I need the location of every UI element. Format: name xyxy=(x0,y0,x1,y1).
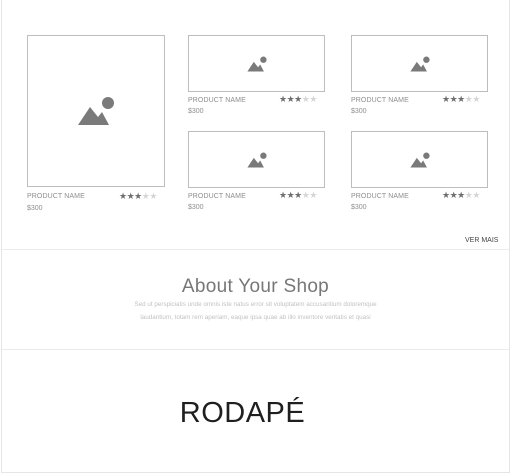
product-image[interactable] xyxy=(188,35,325,92)
image-placeholder-icon xyxy=(409,152,430,167)
product-card[interactable]: PRODUCT NAME $300 ★★★★★ xyxy=(351,131,488,216)
product-price: $300 xyxy=(188,204,204,211)
star-filled-icon: ★ xyxy=(294,190,302,200)
product-price: $300 xyxy=(351,204,367,211)
product-card[interactable]: PRODUCT NAME $300 ★★★★★ xyxy=(188,131,325,216)
star-filled-icon: ★ xyxy=(457,190,465,200)
product-rating: ★★★★★ xyxy=(442,95,480,104)
star-filled-icon: ★ xyxy=(442,94,450,104)
product-rating: ★★★★★ xyxy=(442,191,480,200)
about-text-line: laudantium, totam rem aperiam, eaque ips… xyxy=(140,314,371,321)
product-image[interactable] xyxy=(27,35,165,187)
footer-label: RODAPÉ xyxy=(179,397,306,429)
star-empty-icon: ★ xyxy=(472,190,480,200)
product-name[interactable]: PRODUCT NAME xyxy=(188,193,246,200)
product-grid: PRODUCT NAME $300 ★ ★ ★ ★ ★ PRODUCT NAME $30… xyxy=(0,0,511,250)
product-price: $300 xyxy=(351,108,367,115)
product-image[interactable] xyxy=(188,131,325,188)
product-name[interactable]: PRODUCT NAME xyxy=(188,97,246,104)
about-title: About Your Shop xyxy=(181,276,330,297)
star-filled-icon: ★ xyxy=(442,190,450,200)
product-card[interactable]: PRODUCT NAME $300 ★★★★★ xyxy=(188,35,325,120)
image-placeholder-icon xyxy=(78,97,114,125)
product-name[interactable]: PRODUCT NAME xyxy=(351,97,409,104)
product-rating: ★★★★★ xyxy=(279,191,317,200)
section-divider xyxy=(2,249,509,250)
star-filled-icon: ★ xyxy=(134,191,142,201)
star-filled-icon: ★ xyxy=(119,191,127,201)
image-placeholder-icon xyxy=(246,152,267,167)
image-placeholder-icon xyxy=(409,56,430,71)
section-divider xyxy=(2,349,509,350)
star-filled-icon: ★ xyxy=(279,190,287,200)
product-card[interactable]: PRODUCT NAME $300 ★★★★★ xyxy=(351,35,488,120)
about-text-line: Sed ut perspiciatis unde omnis iste natu… xyxy=(134,301,377,308)
product-rating: ★★★★★ xyxy=(119,192,157,201)
see-more-link[interactable]: VER MAIS xyxy=(465,237,498,244)
product-name[interactable]: PRODUCT NAME xyxy=(351,193,409,200)
star-empty-icon: ★ xyxy=(149,191,157,201)
star-filled-icon: ★ xyxy=(279,94,287,104)
star-empty-icon: ★ xyxy=(472,94,480,104)
product-rating: ★★★★★ xyxy=(279,95,317,104)
product-price: $300 xyxy=(188,108,204,115)
star-empty-icon: ★ xyxy=(309,190,317,200)
product-image[interactable] xyxy=(351,131,488,188)
star-filled-icon: ★ xyxy=(294,94,302,104)
product-name[interactable]: PRODUCT NAME xyxy=(27,193,85,200)
product-card-featured[interactable]: PRODUCT NAME $300 ★★★★★ xyxy=(27,35,165,215)
product-price: $300 xyxy=(27,205,43,212)
star-filled-icon: ★ xyxy=(457,94,465,104)
product-image[interactable] xyxy=(351,35,488,92)
star-empty-icon: ★ xyxy=(309,94,317,104)
image-placeholder-icon xyxy=(246,56,267,71)
